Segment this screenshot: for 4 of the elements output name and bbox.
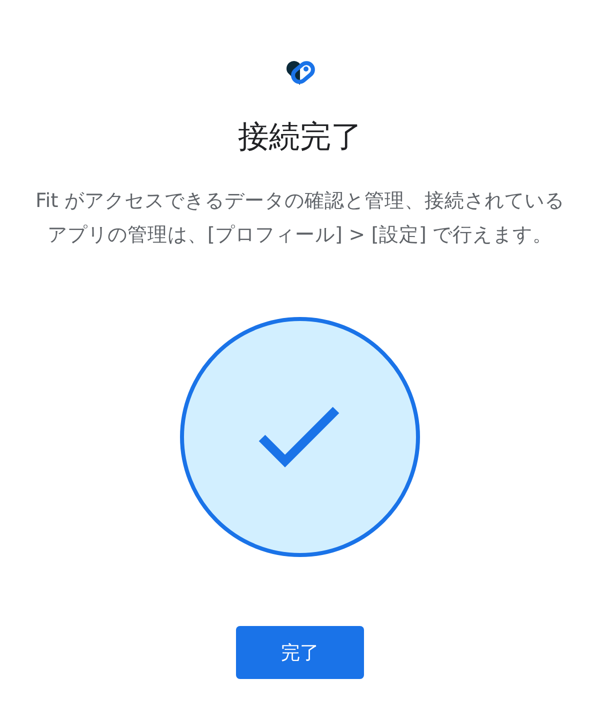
- checkmark-circle-icon: [179, 316, 421, 558]
- done-button[interactable]: 完了: [236, 626, 364, 679]
- info-message: Fit がアクセスできるデータの確認と管理、接続されているアプリの管理は、[プロフィール] > [設定] で行えます。: [35, 188, 565, 248]
- page-title: 接続完了: [238, 118, 362, 157]
